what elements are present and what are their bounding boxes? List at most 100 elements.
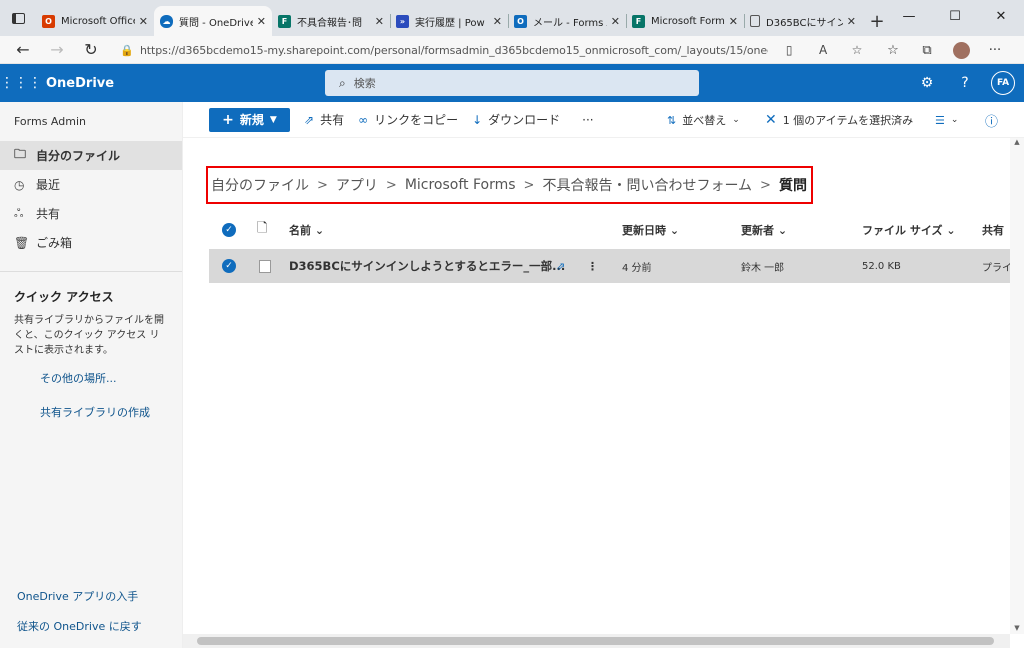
- app-launcher-icon[interactable]: ⋮⋮⋮: [0, 75, 42, 91]
- document-icon: [750, 15, 760, 27]
- tab-label: 質問 - OneDrive: [179, 17, 253, 29]
- app-brand[interactable]: OneDrive: [46, 76, 114, 91]
- favorite-add-icon[interactable]: ☆: [844, 43, 870, 57]
- download-button[interactable]: ↓ ダウンロード: [472, 111, 560, 128]
- more-options-icon[interactable]: ⋮: [587, 260, 598, 273]
- search-placeholder: 検索: [353, 77, 376, 90]
- clock-icon: ◷: [14, 177, 25, 192]
- maximize-button[interactable]: ☐: [932, 0, 978, 32]
- vertical-scrollbar[interactable]: ▲ ▼: [1010, 138, 1024, 634]
- close-icon[interactable]: ✕: [375, 15, 384, 28]
- close-icon[interactable]: ✕: [257, 15, 266, 28]
- nav-item-recent[interactable]: ◷ 最近: [0, 170, 182, 199]
- image-file-icon: [259, 259, 271, 273]
- copy-link-button[interactable]: ∞ リンクをコピー: [358, 111, 458, 128]
- collections-icon[interactable]: ⧉: [910, 43, 944, 58]
- close-window-button[interactable]: ✕: [978, 0, 1024, 32]
- browser-tab-active[interactable]: ☁ 質問 - OneDrive ✕: [154, 6, 272, 36]
- address-bar: ← → ↻ 🔒 https://d365bcdemo15-my.sharepoi…: [0, 36, 1024, 64]
- download-icon: ↓: [472, 112, 483, 127]
- modified-by-cell[interactable]: 鈴木 一郎: [741, 259, 784, 274]
- more-actions-button[interactable]: ···: [582, 113, 593, 127]
- close-icon[interactable]: ✕: [847, 15, 856, 28]
- file-type-icon[interactable]: 🗋: [257, 219, 267, 241]
- row-checkbox[interactable]: ✓: [222, 259, 236, 273]
- column-header-name[interactable]: 名前 ⌄: [289, 222, 324, 238]
- share-icon[interactable]: ⇗: [556, 260, 565, 273]
- plus-icon: +: [222, 111, 234, 128]
- view-options-button[interactable]: ☰ ⌄: [935, 102, 958, 138]
- scroll-down-icon[interactable]: ▼: [1010, 624, 1024, 632]
- selection-status[interactable]: ✕ 1 個のアイテムを選択済み: [765, 102, 913, 138]
- download-label: ダウンロード: [488, 113, 561, 127]
- chevron-right-icon: >: [523, 177, 535, 193]
- help-icon[interactable]: ?: [949, 64, 981, 102]
- browser-tab[interactable]: » 実行履歴 | Pow ✕: [390, 6, 508, 36]
- column-header-modified-by[interactable]: 更新者 ⌄: [741, 222, 787, 238]
- selection-label: 1 個のアイテムを選択済み: [782, 114, 914, 127]
- profile-avatar[interactable]: [944, 41, 978, 59]
- table-row[interactable]: ✓ D365BCにサインインしようとするとエラー_一部... ⇗ ⋮ 4 分前 …: [209, 249, 1024, 283]
- breadcrumb-item[interactable]: アプリ: [336, 175, 378, 195]
- people-icon: ஃ: [14, 205, 24, 220]
- tab-actions-icon: [11, 12, 25, 24]
- chevron-right-icon: >: [760, 177, 771, 193]
- horizontal-scrollbar[interactable]: [183, 634, 1010, 648]
- breadcrumb-item[interactable]: 自分のファイル: [211, 175, 309, 195]
- new-button[interactable]: + 新規 ▼: [209, 107, 290, 132]
- browser-tab[interactable]: O Microsoft Office ✕: [36, 6, 154, 36]
- browser-tab[interactable]: F 不具合報告･問 ✕: [272, 6, 390, 36]
- column-header-file-size[interactable]: ファイル サイズ ⌄: [862, 222, 956, 238]
- workspaces-button[interactable]: [0, 0, 36, 36]
- browser-tab[interactable]: D365BCにサイン ✕: [744, 6, 862, 36]
- close-icon[interactable]: ✕: [611, 15, 620, 28]
- more-menu-icon[interactable]: ···: [978, 43, 1012, 58]
- clear-selection-icon[interactable]: ✕: [765, 112, 777, 128]
- nav-item-my-files[interactable]: 🗀 自分のファイル: [0, 141, 182, 170]
- minimize-button[interactable]: —: [886, 0, 932, 32]
- url-field[interactable]: 🔒 https://d365bcdemo15-my.sharepoint.com…: [120, 38, 870, 62]
- nav-label: 自分のファイル: [36, 149, 121, 163]
- file-name-link[interactable]: D365BCにサインインしようとするとエラー_一部...: [289, 258, 565, 274]
- close-icon[interactable]: ✕: [493, 15, 502, 28]
- close-icon[interactable]: ✕: [729, 15, 738, 28]
- nav-item-shared[interactable]: ஃ 共有: [0, 199, 182, 228]
- refresh-button[interactable]: ↻: [74, 40, 108, 59]
- breadcrumb-item[interactable]: Microsoft Forms: [405, 177, 516, 193]
- column-header-sharing[interactable]: 共有: [982, 222, 1004, 238]
- back-button[interactable]: ←: [6, 40, 40, 59]
- create-shared-library-link[interactable]: 共有ライブラリの作成: [0, 400, 182, 434]
- sort-icon: ⇅: [667, 113, 677, 127]
- suite-bar: ⋮⋮⋮ OneDrive ⌕ 検索 ⚙ ? FA: [0, 64, 1024, 102]
- tab-label: Microsoft Form: [651, 15, 725, 27]
- nav-item-recycle-bin[interactable]: 🗑 ごみ箱: [0, 228, 182, 257]
- header-label: ファイル サイズ: [862, 224, 943, 237]
- scrollbar-thumb[interactable]: [197, 637, 994, 645]
- get-onedrive-apps-link[interactable]: OneDrive アプリの入手: [17, 588, 138, 604]
- url-text: https://d365bcdemo15-my.sharepoint.com/p…: [139, 43, 769, 57]
- breadcrumb-item[interactable]: 不具合報告・問い合わせフォーム: [542, 175, 752, 195]
- sort-button[interactable]: ⇅ 並べ替え ⌄: [667, 102, 740, 138]
- forward-button[interactable]: →: [40, 40, 74, 59]
- browser-tab[interactable]: O メール - Forms A ✕: [508, 6, 626, 36]
- user-avatar[interactable]: FA: [991, 71, 1015, 95]
- read-aloud-icon[interactable]: A: [810, 43, 836, 57]
- share-button[interactable]: ⇗ 共有: [304, 111, 344, 128]
- select-all-checkbox[interactable]: ✓: [222, 223, 236, 237]
- return-classic-onedrive-link[interactable]: 従来の OneDrive に戻す: [17, 618, 142, 634]
- column-header-modified[interactable]: 更新日時 ⌄: [622, 222, 679, 238]
- lock-icon: 🔒: [120, 43, 134, 57]
- close-icon[interactable]: ✕: [139, 15, 148, 28]
- tab-label: Microsoft Office: [61, 15, 135, 27]
- info-icon[interactable]: ⓘ: [985, 102, 998, 138]
- quick-access-description: 共有ライブラリからファイルを開くと、このクイック アクセス リストに表示されます…: [14, 315, 164, 356]
- trash-icon: 🗑: [14, 235, 30, 250]
- scroll-up-icon[interactable]: ▲: [1010, 138, 1024, 146]
- favorites-icon[interactable]: ☆: [876, 43, 910, 58]
- settings-icon[interactable]: ⚙: [911, 64, 943, 102]
- user-name: Forms Admin: [14, 115, 86, 128]
- browser-tab[interactable]: F Microsoft Form ✕: [626, 6, 744, 36]
- more-places-link[interactable]: その他の場所...: [0, 366, 182, 400]
- immersive-reader-icon[interactable]: ▯: [776, 43, 802, 57]
- search-input[interactable]: ⌕ 検索: [325, 70, 699, 96]
